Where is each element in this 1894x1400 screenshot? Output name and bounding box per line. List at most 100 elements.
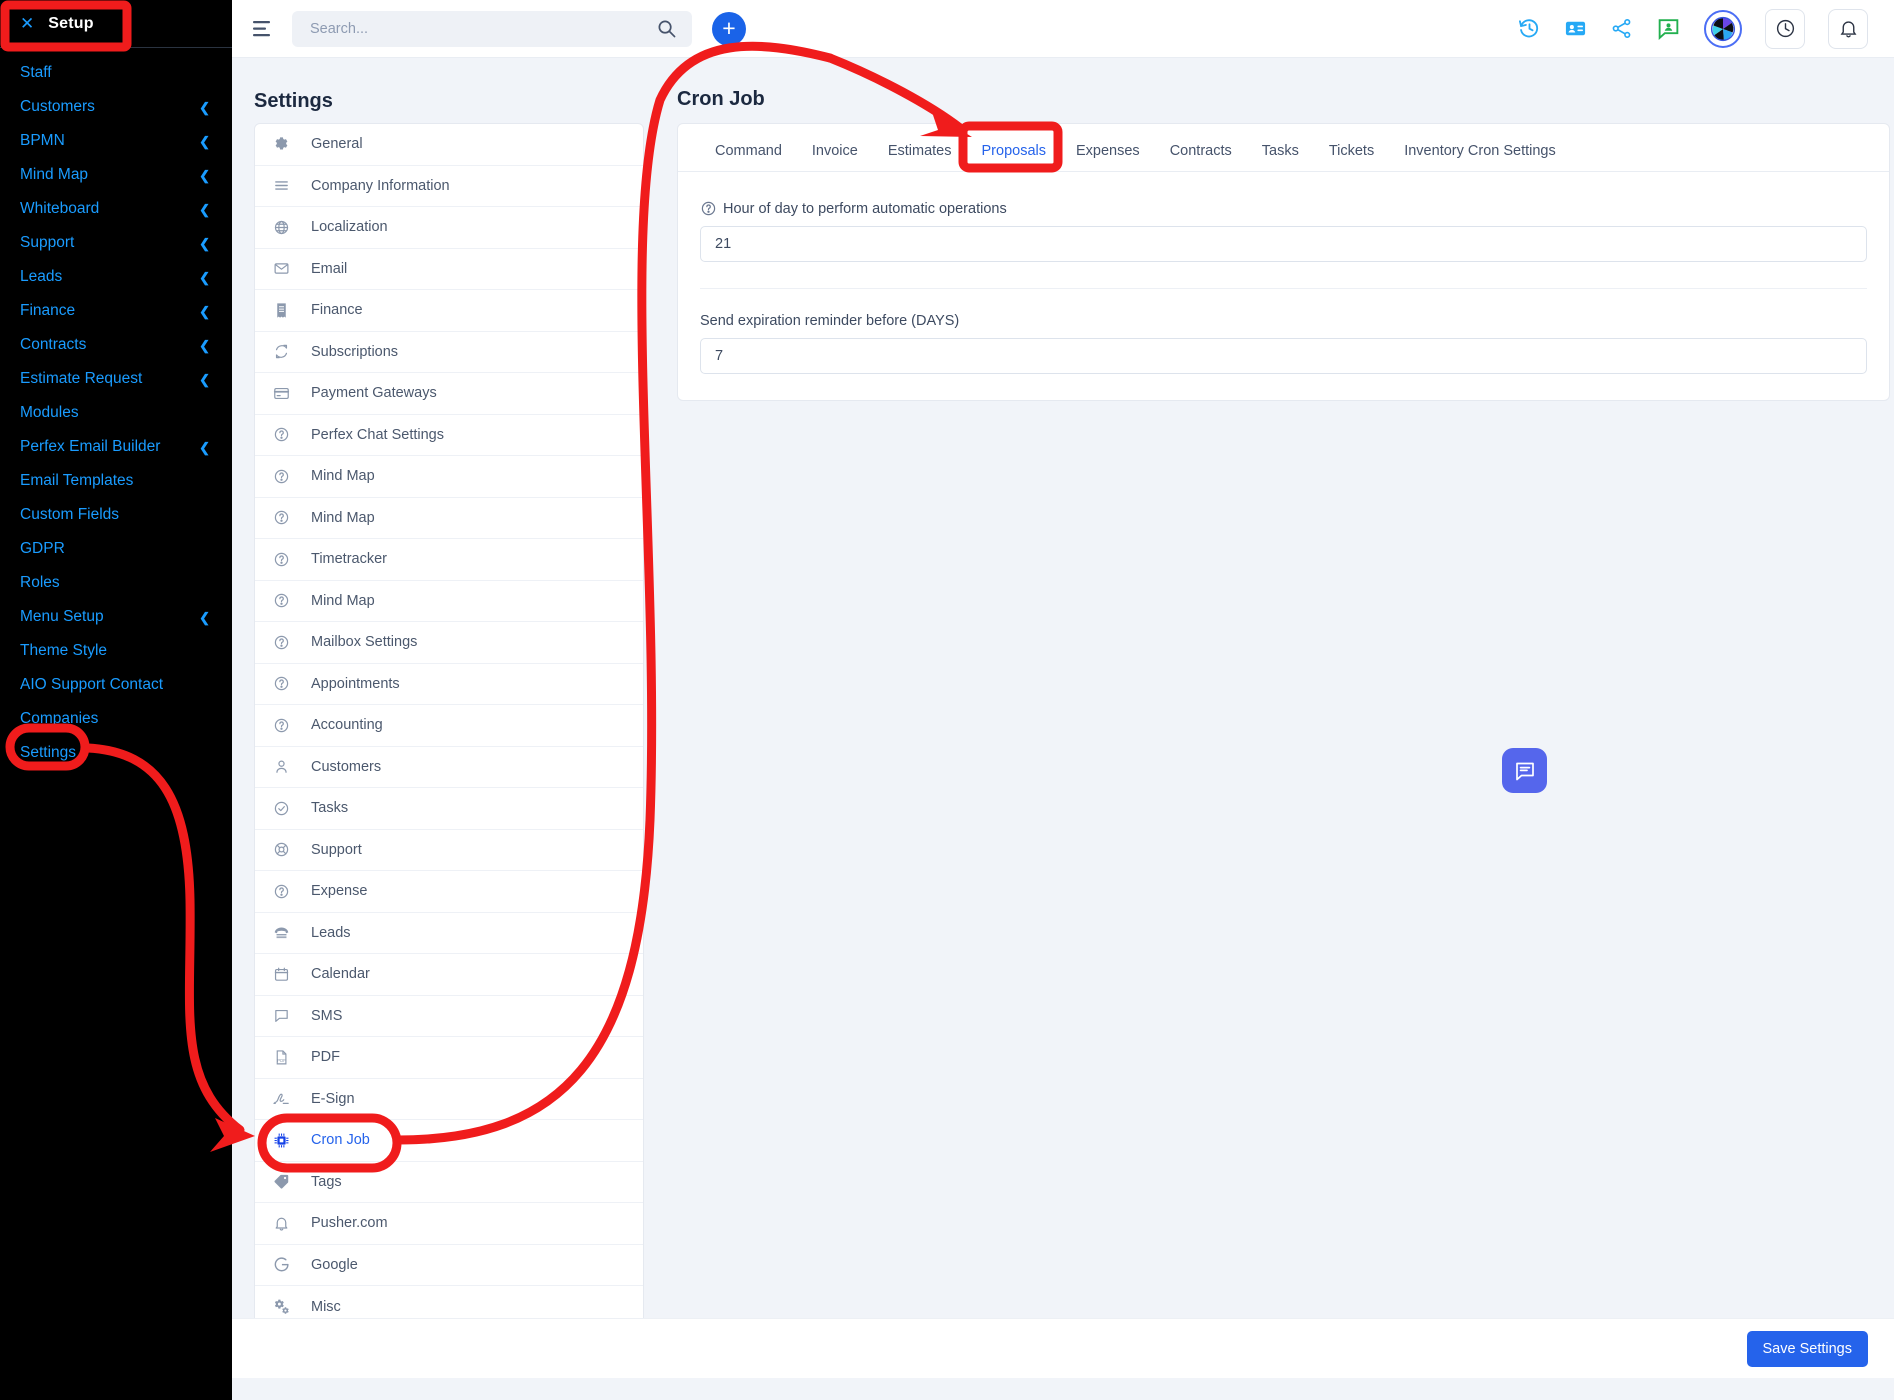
settings-item-general[interactable]: General (255, 124, 643, 166)
settings-item-mailbox-settings[interactable]: Mailbox Settings (255, 622, 643, 664)
sidebar-item-settings[interactable]: Settings❮ (0, 736, 232, 770)
sidebar-item-mind-map[interactable]: Mind Map❮ (0, 158, 232, 192)
help-circle-icon[interactable] (700, 200, 717, 217)
sidebar-item-companies[interactable]: Companies❮ (0, 702, 232, 736)
settings-item-mind-map[interactable]: Mind Map (255, 456, 643, 498)
tab-command[interactable]: Command (700, 143, 797, 171)
settings-item-tags[interactable]: Tags (255, 1162, 643, 1204)
chevron-left-icon[interactable]: ❮ (199, 373, 210, 386)
contact-card-icon[interactable] (1564, 17, 1587, 40)
settings-item-label: PDF (311, 1049, 340, 1065)
sidebar-item-custom-fields[interactable]: Custom Fields❮ (0, 498, 232, 532)
hamburger-icon[interactable] (252, 18, 274, 40)
settings-item-payment-gateways[interactable]: Payment Gateways (255, 373, 643, 415)
field-input[interactable] (700, 226, 1867, 262)
settings-item-support[interactable]: Support (255, 830, 643, 872)
settings-item-e-sign[interactable]: E-Sign (255, 1079, 643, 1121)
chevron-left-icon[interactable]: ❮ (199, 339, 210, 352)
sidebar-item-estimate-request[interactable]: Estimate Request❮ (0, 362, 232, 396)
settings-item-google[interactable]: Google (255, 1245, 643, 1287)
sidebar-item-perfex-email-builder[interactable]: Perfex Email Builder❮ (0, 430, 232, 464)
sidebar-item-staff[interactable]: Staff❮ (0, 56, 232, 90)
settings-item-appointments[interactable]: Appointments (255, 664, 643, 706)
sidebar-item-support[interactable]: Support❮ (0, 226, 232, 260)
add-new-button[interactable]: + (712, 12, 746, 46)
svg-text:PDF: PDF (277, 1058, 286, 1063)
sidebar-item-gdpr[interactable]: GDPR❮ (0, 532, 232, 566)
sidebar-item-roles[interactable]: Roles❮ (0, 566, 232, 600)
sidebar-item-contracts[interactable]: Contracts ❮ (0, 328, 232, 362)
settings-item-localization[interactable]: Localization (255, 207, 643, 249)
sidebar-item-aio-support-contact[interactable]: AIO Support Contact❮ (0, 668, 232, 702)
tab-proposals[interactable]: Proposals (967, 143, 1061, 171)
tab-contracts[interactable]: Contracts (1155, 143, 1247, 171)
settings-item-label: Appointments (311, 676, 400, 692)
sidebar-item-modules[interactable]: Modules❮ (0, 396, 232, 430)
main-content: Settings GeneralCompany InformationLocal… (232, 58, 1894, 1400)
settings-item-pdf[interactable]: PDF PDF (255, 1037, 643, 1079)
settings-item-pusher-com[interactable]: Pusher.com (255, 1203, 643, 1245)
top-bar: + (232, 0, 1894, 58)
chevron-left-icon[interactable]: ❮ (199, 305, 210, 318)
chevron-left-icon[interactable]: ❮ (199, 611, 210, 624)
settings-item-label: Accounting (311, 717, 383, 733)
form-field: Hour of day to perform automatic operati… (700, 200, 1867, 262)
settings-item-accounting[interactable]: Accounting (255, 705, 643, 747)
settings-item-leads[interactable]: Leads (255, 913, 643, 955)
app-logo-icon[interactable] (1704, 10, 1742, 48)
sidebar-item-email-templates[interactable]: Email Templates❮ (0, 464, 232, 498)
settings-item-calendar[interactable]: Calendar (255, 954, 643, 996)
settings-item-sms[interactable]: SMS (255, 996, 643, 1038)
chevron-left-icon[interactable]: ❮ (199, 203, 210, 216)
chevron-left-icon[interactable]: ❮ (199, 135, 210, 148)
chat-fab-button[interactable] (1502, 748, 1547, 793)
settings-item-mind-map[interactable]: Mind Map (255, 581, 643, 623)
settings-item-label: Misc (311, 1299, 341, 1315)
search-box[interactable] (292, 11, 692, 47)
tab-expenses[interactable]: Expenses (1061, 143, 1155, 171)
close-icon[interactable]: ✕ (20, 15, 34, 32)
sidebar-item-customers[interactable]: Customers ❮ (0, 90, 232, 124)
sidebar-item-whiteboard[interactable]: Whiteboard❮ (0, 192, 232, 226)
sidebar-item-menu-setup[interactable]: Menu Setup❮ (0, 600, 232, 634)
sidebar-item-leads[interactable]: Leads❮ (0, 260, 232, 294)
sidebar-item-label: Contracts (20, 336, 86, 354)
history-icon[interactable] (1518, 17, 1541, 40)
tab-tickets[interactable]: Tickets (1314, 143, 1389, 171)
settings-item-customers[interactable]: Customers (255, 747, 643, 789)
settings-item-timetracker[interactable]: Timetracker (255, 539, 643, 581)
chevron-left-icon[interactable]: ❮ (199, 441, 210, 454)
search-icon[interactable] (657, 19, 676, 43)
sidebar-item-label: Customers (20, 98, 95, 116)
sidebar-item-label: Settings (20, 744, 76, 762)
sidebar-item-finance[interactable]: Finance❮ (0, 294, 232, 328)
tab-inventory-cron-settings[interactable]: Inventory Cron Settings (1389, 143, 1571, 171)
sidebar-item-bpmn[interactable]: BPMN❮ (0, 124, 232, 158)
list-icon (273, 177, 301, 194)
chevron-left-icon[interactable]: ❮ (199, 237, 210, 250)
tab-invoice[interactable]: Invoice (797, 143, 873, 171)
settings-item-mind-map[interactable]: Mind Map (255, 498, 643, 540)
chevron-left-icon[interactable]: ❮ (199, 169, 210, 182)
settings-item-cron-job[interactable]: Cron Job (255, 1120, 643, 1162)
search-input[interactable] (292, 11, 632, 47)
field-input[interactable] (700, 338, 1867, 374)
share-icon[interactable] (1610, 17, 1633, 40)
settings-item-tasks[interactable]: Tasks (255, 788, 643, 830)
save-settings-button[interactable]: Save Settings (1747, 1331, 1868, 1367)
settings-item-expense[interactable]: Expense (255, 871, 643, 913)
chevron-left-icon[interactable]: ❮ (199, 101, 210, 114)
settings-item-company-information[interactable]: Company Information (255, 166, 643, 208)
settings-item-finance[interactable]: Finance (255, 290, 643, 332)
clock-icon[interactable] (1765, 9, 1805, 49)
sidebar-item-theme-style[interactable]: Theme Style❮ (0, 634, 232, 668)
settings-item-subscriptions[interactable]: Subscriptions (255, 332, 643, 374)
feedback-icon[interactable] (1656, 16, 1681, 41)
settings-item-perfex-chat-settings[interactable]: Perfex Chat Settings (255, 415, 643, 457)
tab-estimates[interactable]: Estimates (873, 143, 967, 171)
tab-tasks[interactable]: Tasks (1247, 143, 1314, 171)
settings-item-email[interactable]: Email (255, 249, 643, 291)
bell-icon[interactable] (1828, 9, 1868, 49)
chevron-left-icon[interactable]: ❮ (199, 271, 210, 284)
refresh-icon (273, 343, 301, 360)
